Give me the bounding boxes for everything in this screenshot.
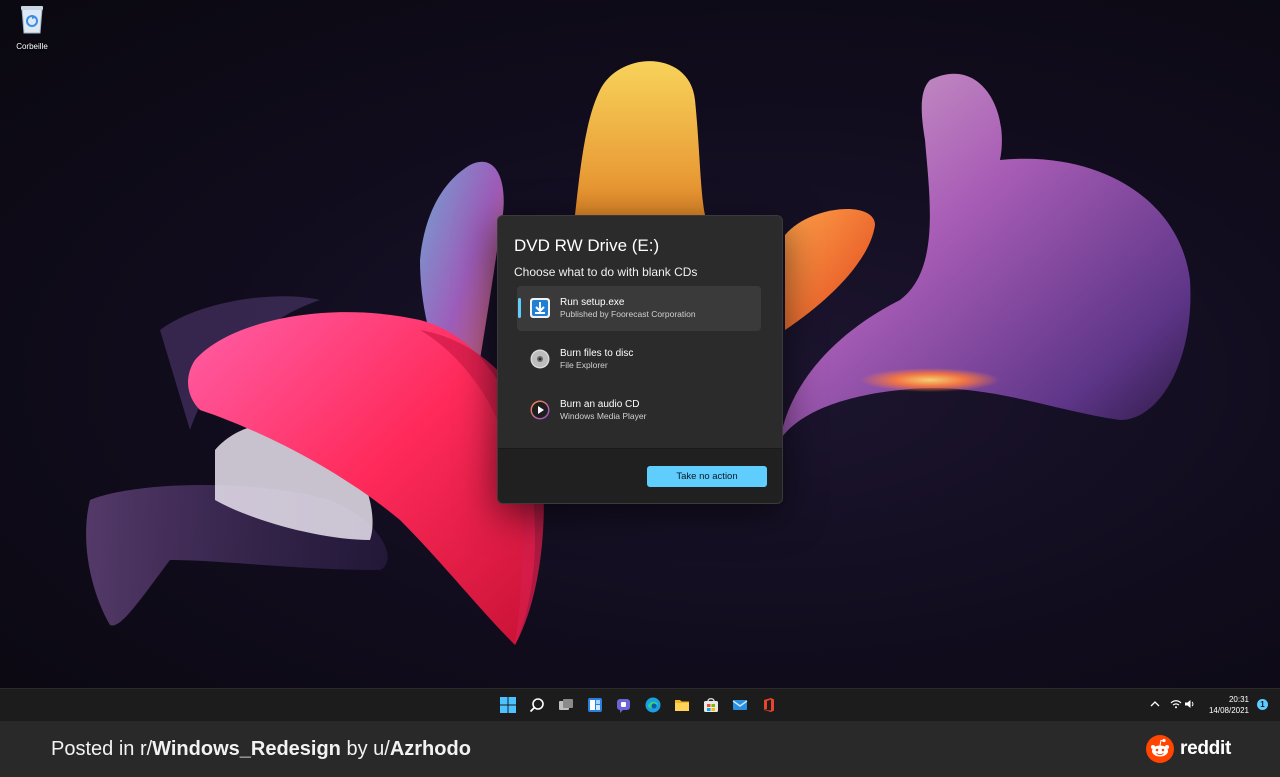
- notification-badge[interactable]: 1: [1257, 699, 1268, 710]
- dialog-title: DVD RW Drive (E:): [514, 236, 660, 255]
- dialog-footer: Take no action: [498, 448, 782, 503]
- option-burn-files[interactable]: Burn files to disc File Explorer: [517, 337, 761, 382]
- teams-chat-icon[interactable]: [613, 694, 635, 716]
- search-icon[interactable]: [526, 694, 548, 716]
- option-run-setup[interactable]: Run setup.exe Published by Foorecast Cor…: [517, 286, 761, 331]
- clock-date: 14/08/2021: [1208, 706, 1249, 715]
- recycle-bin-icon: [21, 6, 43, 34]
- reddit-logo: reddit: [1146, 735, 1231, 763]
- dialog-subtitle: Choose what to do with blank CDs: [514, 265, 698, 279]
- media-player-icon: [530, 400, 550, 420]
- posted-in-text: Posted in r/Windows_Redesign by u/Azrhod…: [51, 738, 471, 761]
- autoplay-dialog: DVD RW Drive (E:) Choose what to do with…: [497, 215, 783, 504]
- option-title: Burn files to disc: [560, 348, 634, 359]
- option-subtitle: File Explorer: [560, 360, 608, 370]
- edge-icon[interactable]: [642, 694, 664, 716]
- taskbar-apps: [497, 694, 780, 716]
- selection-indicator: [518, 298, 521, 318]
- taskbar-clock[interactable]: 20:31 14/08/2021: [1189, 694, 1249, 716]
- take-no-action-button[interactable]: Take no action: [647, 466, 767, 487]
- posted-by-prefix: by u/: [340, 738, 390, 760]
- option-subtitle: Published by Foorecast Corporation: [560, 309, 696, 319]
- chevron-up-icon[interactable]: [1149, 698, 1161, 710]
- subreddit-link[interactable]: Windows_Redesign: [152, 738, 341, 760]
- widgets-icon[interactable]: [584, 694, 606, 716]
- reddit-post-footer: Posted in r/Windows_Redesign by u/Azrhod…: [0, 721, 1280, 777]
- posted-in-prefix: Posted in r/: [51, 738, 153, 760]
- office-icon[interactable]: [758, 694, 780, 716]
- file-explorer-icon[interactable]: [671, 694, 693, 716]
- install-download-icon: [530, 298, 550, 318]
- option-subtitle: Windows Media Player: [560, 411, 647, 421]
- clock-time: 20:31: [1228, 695, 1249, 704]
- mail-icon[interactable]: [729, 694, 751, 716]
- task-view-icon[interactable]: [555, 694, 577, 716]
- option-title: Burn an audio CD: [560, 399, 640, 410]
- taskbar: 20:31 14/08/2021 1: [0, 688, 1280, 721]
- wifi-icon[interactable]: [1170, 698, 1182, 710]
- reddit-wordmark: reddit: [1180, 738, 1231, 759]
- option-burn-audio-cd[interactable]: Burn an audio CD Windows Media Player: [517, 388, 761, 433]
- store-icon[interactable]: [700, 694, 722, 716]
- desktop: Corbeille DVD RW Drive (E:) Choose what …: [0, 0, 1280, 688]
- disc-icon: [530, 349, 550, 369]
- username-link[interactable]: Azrhodo: [390, 738, 471, 760]
- start-icon[interactable]: [497, 694, 519, 716]
- recycle-bin-label: Corbeille: [16, 42, 48, 51]
- reddit-snoo-icon: [1146, 735, 1174, 763]
- option-title: Run setup.exe: [560, 297, 625, 308]
- recycle-bin-desktop-icon[interactable]: Corbeille: [10, 4, 54, 51]
